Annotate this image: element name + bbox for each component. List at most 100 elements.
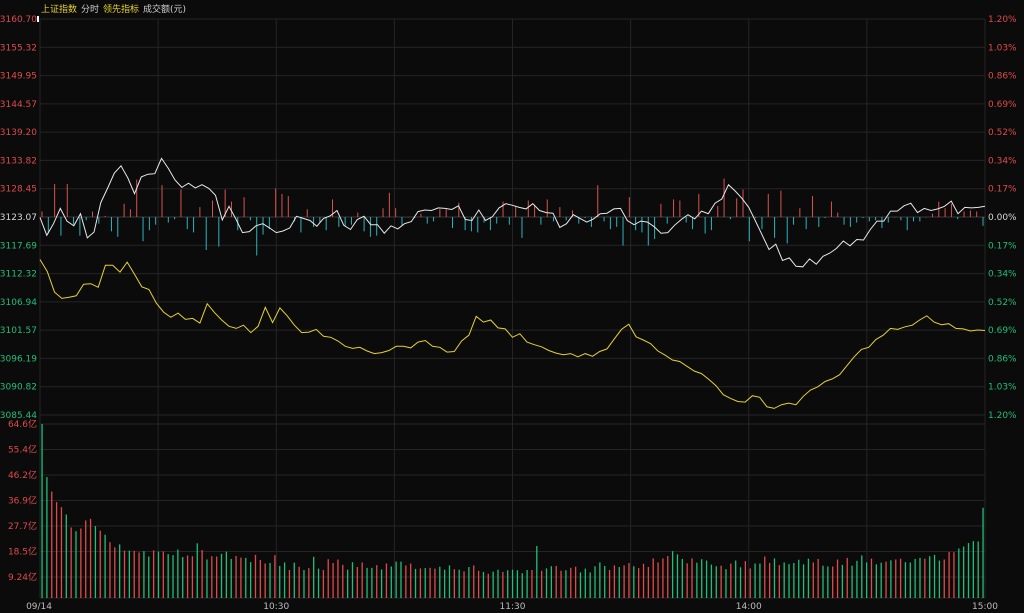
volume-bar bbox=[303, 569, 305, 598]
volume-bar bbox=[730, 563, 732, 598]
volume-bar bbox=[511, 569, 514, 598]
change-bar bbox=[98, 217, 100, 224]
change-bar bbox=[534, 204, 536, 217]
change-bar bbox=[527, 200, 529, 217]
change-bar bbox=[148, 217, 150, 231]
volume-bar bbox=[414, 568, 417, 598]
change-bar bbox=[382, 208, 384, 217]
change-bar bbox=[887, 217, 889, 223]
volume-bar bbox=[701, 559, 703, 598]
volume-bar bbox=[240, 557, 242, 598]
volume-bar bbox=[94, 526, 97, 598]
percent-tick-label: 1.03% bbox=[988, 383, 1017, 393]
change-bar bbox=[470, 217, 472, 232]
volume-bar bbox=[206, 559, 208, 598]
change-bar bbox=[142, 217, 144, 242]
mode-label[interactable]: 分时 bbox=[81, 3, 99, 15]
volume-bar bbox=[410, 563, 412, 598]
volume-bar bbox=[798, 559, 800, 598]
percent-tick-label: 0.17% bbox=[988, 241, 1017, 251]
volume-bar bbox=[958, 548, 960, 598]
volume-bar bbox=[924, 558, 926, 598]
intraday-chart[interactable]: 上证指数 分时 领先指标 成交额(元) 3160.70 3155.32 3149.9… bbox=[0, 0, 1024, 613]
volume-bar bbox=[749, 568, 751, 598]
change-bar bbox=[193, 217, 195, 233]
volume-bar bbox=[65, 514, 67, 598]
change-bar bbox=[799, 208, 801, 217]
volume-bar bbox=[51, 491, 53, 598]
volume-bar bbox=[768, 562, 771, 598]
change-bar bbox=[748, 217, 750, 242]
percent-tick-label: 0.17% bbox=[988, 185, 1017, 195]
price-tick-label: 3149.95 bbox=[0, 72, 37, 82]
volume-bar bbox=[516, 570, 519, 598]
volume-bar bbox=[133, 550, 135, 598]
volume-bar bbox=[764, 556, 766, 598]
change-bar bbox=[793, 217, 795, 225]
volume-bar bbox=[647, 567, 650, 598]
volume-bar bbox=[502, 571, 504, 598]
change-bar bbox=[426, 217, 428, 224]
change-bar bbox=[376, 217, 378, 236]
volume-bar bbox=[429, 567, 431, 598]
volume-bar bbox=[123, 550, 126, 598]
index-name[interactable]: 上证指数 bbox=[41, 3, 77, 15]
chart-header: 上证指数 分时 领先指标 成交额(元) bbox=[41, 3, 186, 15]
change-bar bbox=[969, 210, 971, 217]
change-bar bbox=[123, 203, 125, 217]
time-label: 10:30 bbox=[263, 602, 289, 612]
change-bar bbox=[691, 217, 693, 230]
volume-bar bbox=[152, 550, 155, 598]
change-bar bbox=[174, 217, 176, 220]
price-tick-label: 3117.69 bbox=[0, 241, 37, 251]
change-bar bbox=[553, 217, 555, 222]
volume-bar bbox=[143, 551, 145, 598]
volume-bar bbox=[589, 572, 591, 598]
volume-bar bbox=[623, 565, 625, 598]
volume-bar bbox=[249, 562, 252, 598]
change-bar bbox=[117, 217, 119, 237]
volume-bar bbox=[846, 557, 848, 598]
volume-bar bbox=[128, 550, 131, 598]
change-bar bbox=[660, 203, 662, 217]
volume-bar bbox=[230, 558, 232, 598]
volume-bar bbox=[322, 569, 325, 598]
percent-tick-label: 0.86% bbox=[988, 72, 1017, 82]
volume-bar bbox=[594, 566, 596, 598]
volume-bar bbox=[400, 561, 402, 598]
volume-bar bbox=[89, 518, 92, 598]
change-bar bbox=[212, 200, 214, 217]
volume-bar bbox=[696, 562, 698, 598]
change-bar bbox=[938, 201, 940, 217]
volume-bar bbox=[861, 555, 863, 598]
change-bar bbox=[590, 217, 592, 227]
volume-bar bbox=[851, 565, 853, 598]
change-bar bbox=[243, 197, 245, 217]
volume-bar bbox=[691, 558, 693, 598]
volume-bar bbox=[870, 558, 873, 598]
volume-bar bbox=[788, 564, 790, 598]
change-bar bbox=[155, 217, 157, 225]
volume-bar bbox=[618, 567, 620, 598]
time-label: 14:00 bbox=[736, 602, 762, 612]
change-bar bbox=[609, 217, 611, 230]
change-bar bbox=[262, 217, 264, 235]
change-bar bbox=[976, 211, 978, 217]
percent-tick-label: 1.20% bbox=[988, 15, 1017, 25]
change-bar bbox=[433, 217, 435, 222]
volume-bar bbox=[186, 555, 189, 598]
volume-bar bbox=[962, 546, 965, 598]
change-bar bbox=[281, 193, 283, 217]
change-bar bbox=[521, 217, 523, 238]
volume-bar bbox=[841, 564, 844, 598]
volume-bar bbox=[885, 561, 887, 598]
volume-bar bbox=[565, 570, 567, 598]
volume-bar bbox=[953, 552, 955, 598]
volume-bar bbox=[836, 559, 839, 598]
price-tick-label: 3106.94 bbox=[0, 298, 37, 308]
indicator-label[interactable]: 领先指标 bbox=[103, 3, 139, 15]
change-bar bbox=[41, 211, 43, 217]
change-bar bbox=[811, 196, 813, 217]
change-bar bbox=[515, 206, 517, 217]
change-bar bbox=[755, 217, 757, 219]
